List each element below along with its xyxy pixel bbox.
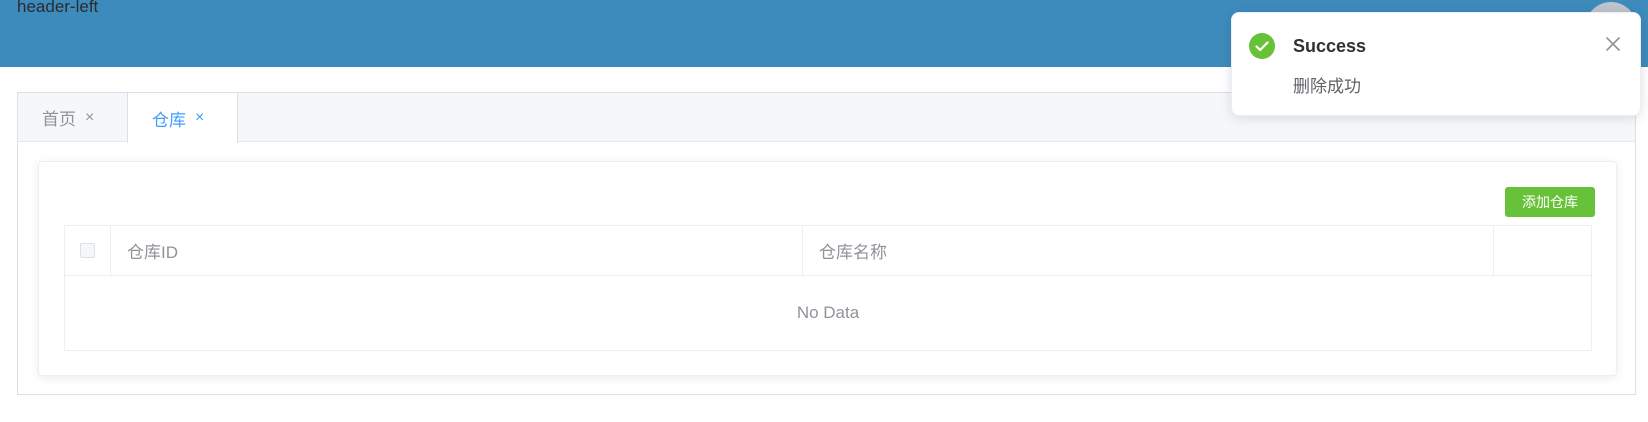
notification-message: 删除成功 xyxy=(1293,77,1361,96)
close-icon[interactable] xyxy=(1604,35,1622,53)
column-header-warehouse-name: 仓库名称 xyxy=(803,226,1494,275)
tab-home[interactable]: 首页 × xyxy=(18,93,128,142)
column-header-warehouse-id: 仓库ID xyxy=(111,226,803,275)
column-header-operations xyxy=(1494,226,1591,275)
tab-warehouse-label: 仓库 xyxy=(152,110,186,130)
header-left: header-left xyxy=(17,0,99,16)
close-icon[interactable]: × xyxy=(195,110,204,126)
warehouse-table: 仓库ID 仓库名称 No Data xyxy=(64,225,1592,351)
empty-text: No Data xyxy=(796,303,860,322)
notification-title: Success xyxy=(1293,36,1367,56)
select-all-checkbox[interactable] xyxy=(80,243,95,258)
close-icon[interactable]: × xyxy=(85,109,94,126)
check-circle-icon xyxy=(1249,33,1275,59)
tab-warehouse[interactable]: 仓库 × xyxy=(127,93,238,143)
table-header: 仓库ID 仓库名称 xyxy=(65,226,1591,276)
tab-home-label: 首页 xyxy=(42,110,76,129)
select-all-cell xyxy=(65,226,111,275)
content-card: 添加仓库 仓库ID 仓库名称 No Data xyxy=(38,161,1617,376)
tabs-container: 首页 × 仓库 × 添加仓库 仓库ID 仓库名称 No Data xyxy=(17,92,1636,395)
success-notification: Success 删除成功 xyxy=(1231,12,1641,116)
add-warehouse-button[interactable]: 添加仓库 xyxy=(1505,187,1595,217)
